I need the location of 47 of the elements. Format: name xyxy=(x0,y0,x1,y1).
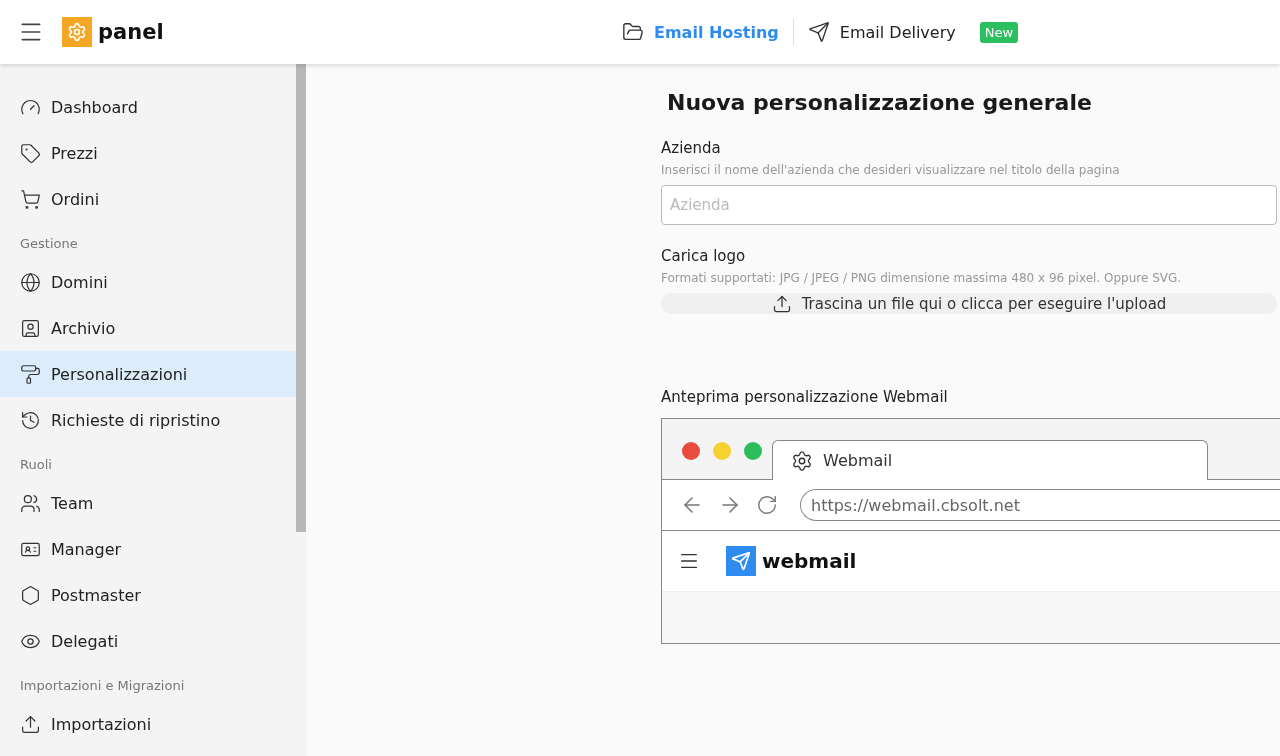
upload-icon xyxy=(20,713,41,735)
sidebar-item[interactable]: Prezzi xyxy=(0,130,296,176)
field-label: Carica logo xyxy=(661,247,747,265)
sidebar-item[interactable]: Richieste di ripristino xyxy=(0,397,296,443)
sidebar-item[interactable]: Importazioni xyxy=(0,701,296,747)
sidebar-item[interactable]: Postmaster xyxy=(0,572,296,618)
sidebar-item[interactable]: Domini xyxy=(0,259,296,305)
input-field[interactable]: Azienda xyxy=(661,185,1277,225)
upload-button[interactable]: Trascina un file qui o clicca per eseguire l'upload xyxy=(661,293,1277,314)
new-badge: New xyxy=(979,21,1019,43)
brand-text: webmail xyxy=(762,549,857,573)
paper-plane-logo-icon xyxy=(726,546,756,576)
section-label: Gestione xyxy=(19,235,79,253)
sidebar-item[interactable]: Manager xyxy=(0,526,296,572)
tag-icon xyxy=(20,142,41,164)
globe-icon xyxy=(20,271,41,293)
sidebar-item[interactable]: Team xyxy=(0,480,296,526)
people-icon xyxy=(20,492,41,514)
gear-logo-icon xyxy=(62,17,92,47)
window-dot-icon xyxy=(744,442,762,460)
window-dot-icon xyxy=(682,442,700,460)
hexagon-icon xyxy=(20,584,41,606)
reload-icon xyxy=(756,494,778,516)
scrollbar-thumb[interactable] xyxy=(296,64,306,532)
page-title: Nuova personalizzazione generale xyxy=(667,90,1093,115)
upload-icon xyxy=(771,293,792,314)
sidebar-item[interactable]: Personalizzazioni xyxy=(0,351,296,397)
sidebar-item[interactable]: Dashboard xyxy=(0,84,296,130)
section-label: Ruoli xyxy=(19,456,53,474)
field-label: Azienda xyxy=(661,139,722,157)
paper-plane-icon xyxy=(807,21,830,43)
history-icon xyxy=(20,409,41,431)
paint-roller-icon xyxy=(20,363,41,385)
preview-label: Anteprima personalizzazione Webmail xyxy=(661,388,949,406)
logo-text: panel xyxy=(98,20,164,44)
field-hint: Formati supportati: JPG / JPEG / PNG dimensione massima 480 x 96 pixel. Oppure SVG. xyxy=(661,271,1183,285)
gear-icon xyxy=(791,449,813,472)
section-label: Importazioni e Migrazioni xyxy=(19,677,186,695)
field-hint: Inserisci il nome dell'azienda che desideri visualizzare nel titolo della pagina xyxy=(661,163,1121,177)
window-dot-icon xyxy=(713,442,731,460)
sidebar-item[interactable]: Archivio xyxy=(0,305,296,351)
portrait-icon xyxy=(20,317,41,339)
sidebar-item[interactable]: Delegati xyxy=(0,618,296,664)
nav-tab[interactable]: Email Delivery xyxy=(807,21,956,43)
folder-icon xyxy=(622,21,644,43)
cart-icon xyxy=(20,188,41,210)
sidebar-item[interactable]: Ordini xyxy=(0,176,296,222)
